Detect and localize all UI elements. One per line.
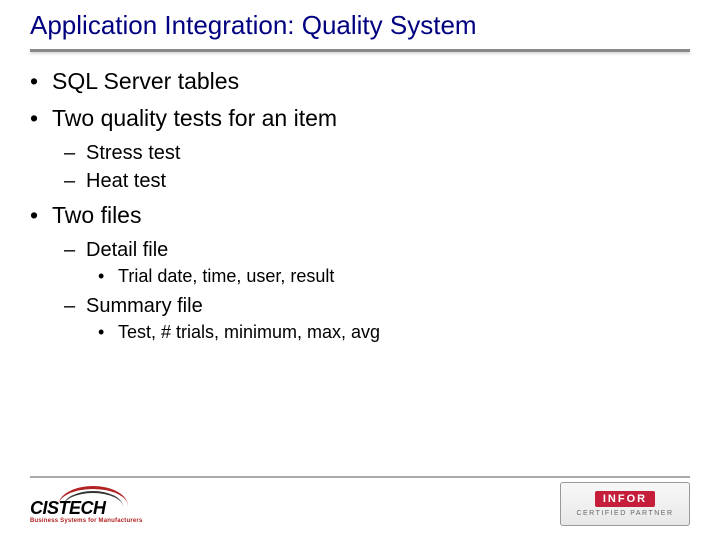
bullet-detail-file: Detail file [30, 237, 690, 263]
infor-logo: INFOR CERTIFIED PARTNER [560, 482, 690, 526]
infor-partner-label: CERTIFIED PARTNER [576, 510, 673, 517]
bullet-summary-file: Summary file [30, 293, 690, 319]
bullet-quality-tests: Two quality tests for an item [30, 103, 690, 134]
bullet-detail-fields: Trial date, time, user, result [30, 265, 690, 288]
bullet-two-files: Two files [30, 200, 690, 231]
slide: Application Integration: Quality System … [0, 0, 720, 540]
bullet-sql-tables: SQL Server tables [30, 66, 690, 97]
group-quality-tests: Stress test Heat test [30, 140, 690, 194]
bullet-heat-test: Heat test [30, 168, 690, 194]
cistech-logo: CISTECH Business Systems for Manufacture… [30, 486, 170, 528]
slide-content: SQL Server tables Two quality tests for … [0, 52, 720, 344]
bullet-summary-fields: Test, # trials, minimum, max, avg [30, 321, 690, 344]
footer-divider [30, 476, 690, 478]
group-files: Detail file Trial date, time, user, resu… [30, 237, 690, 344]
slide-title: Application Integration: Quality System [0, 0, 720, 49]
bullet-stress-test: Stress test [30, 140, 690, 166]
cistech-tagline: Business Systems for Manufacturers [30, 518, 143, 524]
infor-brand: INFOR [595, 491, 655, 507]
cistech-name: CISTECH [30, 498, 106, 519]
